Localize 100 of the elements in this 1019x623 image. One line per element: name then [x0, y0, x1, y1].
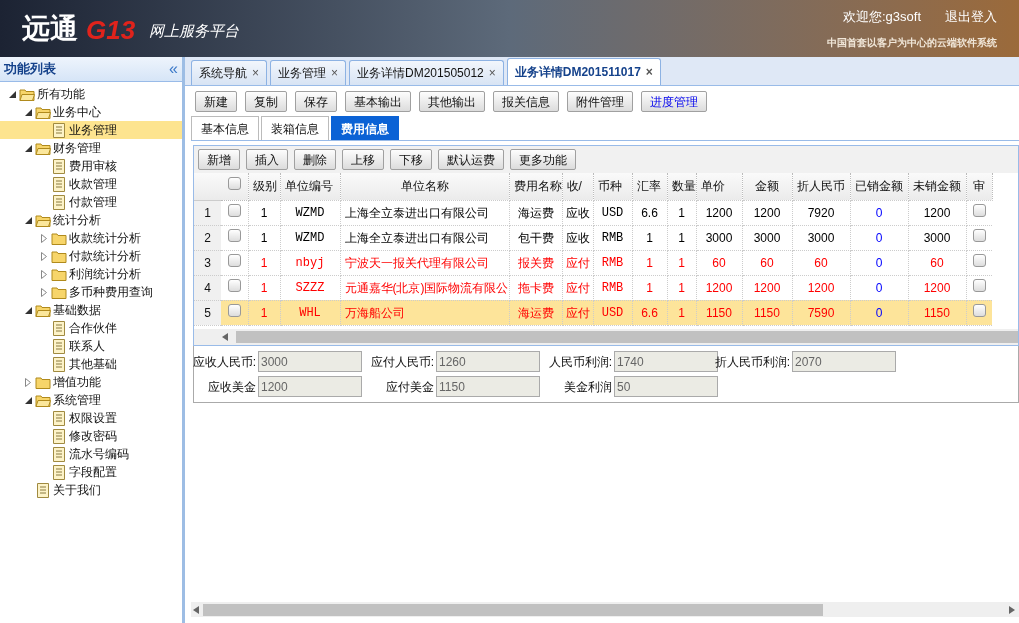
collapse-button[interactable]: «	[169, 61, 178, 77]
open-folder-icon	[35, 141, 51, 155]
tree-item[interactable]: 关于我们	[0, 481, 182, 499]
section-tab[interactable]: 基本信息	[191, 116, 259, 140]
tree-item[interactable]: 收款统计分析	[0, 229, 182, 247]
tree-item[interactable]: 多币种费用查询	[0, 283, 182, 301]
scroll-left-icon[interactable]	[222, 333, 228, 341]
close-button[interactable]: ×	[252, 64, 259, 82]
table-cell: 6.6	[632, 300, 667, 325]
select-all-checkbox[interactable]	[227, 177, 241, 191]
tree-item[interactable]: 费用审核	[0, 157, 182, 175]
field-label: 应收人民币:	[192, 353, 256, 371]
horizontal-scrollbar[interactable]	[203, 603, 823, 616]
toolbar-button[interactable]: 附件管理	[567, 91, 633, 112]
toolbar-button[interactable]: 复制	[245, 91, 287, 112]
tagline-text: 中国首套以客户为中心的云端软件系统	[827, 35, 997, 50]
readonly-field[interactable]: 3000	[258, 351, 362, 372]
row-checkbox[interactable]	[227, 228, 241, 242]
row-checkbox[interactable]	[227, 253, 241, 267]
page-tab[interactable]: 业务详情DM201505012 ×	[349, 60, 504, 85]
section-tab[interactable]: 装箱信息	[261, 116, 329, 140]
open-folder-icon	[35, 393, 51, 407]
tree-label: 收款管理	[69, 176, 117, 193]
readonly-field[interactable]: 2070	[792, 351, 896, 372]
page-tab[interactable]: 业务管理 ×	[270, 60, 347, 85]
tree-item[interactable]: 权限设置	[0, 409, 182, 427]
open-folder-icon	[19, 87, 35, 101]
tree-item[interactable]: 基础数据	[0, 301, 182, 319]
toolbar-button[interactable]: 报关信息	[493, 91, 559, 112]
audit-checkbox[interactable]	[972, 303, 986, 317]
tree-item[interactable]: 其他基础	[0, 355, 182, 373]
tree-item[interactable]: 合作伙伴	[0, 319, 182, 337]
toolbar-button[interactable]: 新建	[195, 91, 237, 112]
grid-toolbar-button[interactable]: 下移	[390, 149, 432, 170]
tree-item[interactable]: 统计分析	[0, 211, 182, 229]
close-button[interactable]: ×	[488, 64, 496, 82]
grid-toolbar-button[interactable]: 删除	[294, 149, 336, 170]
grid-toolbar-button[interactable]: 插入	[246, 149, 288, 170]
tree-item[interactable]: 修改密码	[0, 427, 182, 445]
tree-item[interactable]: 付款统计分析	[0, 247, 182, 265]
grid-toolbar-button[interactable]: 上移	[342, 149, 384, 170]
table-cell: 应付	[562, 300, 593, 325]
document-icon	[53, 338, 65, 354]
field-label: 应付人民币:	[370, 353, 434, 371]
row-number: 1	[194, 200, 221, 225]
sidebar-title: 功能列表	[4, 60, 56, 79]
toolbar-button[interactable]: 进度管理	[641, 91, 707, 112]
tree-label: 修改密码	[69, 428, 117, 445]
audit-checkbox[interactable]	[972, 278, 986, 292]
field-label: 人民币利润:	[548, 353, 612, 371]
audit-checkbox[interactable]	[972, 253, 986, 267]
toolbar-button[interactable]: 基本输出	[345, 91, 411, 112]
tree-item[interactable]: 业务管理	[0, 121, 182, 139]
tree-item[interactable]: 字段配置	[0, 463, 182, 481]
readonly-field[interactable]: 50	[614, 376, 718, 397]
open-folder-icon	[35, 105, 51, 119]
tree-label: 费用审核	[69, 158, 117, 175]
grid-toolbar-button[interactable]: 默认运费	[438, 149, 504, 170]
row-checkbox[interactable]	[227, 303, 241, 317]
tab-label: 业务详情DM201511017	[514, 64, 641, 81]
section-tab[interactable]: 费用信息	[331, 116, 399, 140]
tree-item[interactable]: 流水号编码	[0, 445, 182, 463]
readonly-field[interactable]: 1150	[436, 376, 540, 397]
scroll-right-icon[interactable]	[1009, 605, 1015, 614]
page-tab[interactable]: 业务详情DM201511017 ×	[506, 58, 661, 85]
tree-item[interactable]: 业务中心	[0, 103, 182, 121]
page-tab[interactable]: 系统导航 ×	[191, 60, 267, 85]
tree-item[interactable]: 增值功能	[0, 373, 182, 391]
close-button[interactable]: ×	[331, 64, 339, 82]
logout-link[interactable]: 退出登入	[945, 7, 997, 27]
audit-checkbox[interactable]	[972, 228, 986, 242]
tree-item[interactable]: 所有功能	[0, 85, 182, 103]
readonly-field[interactable]: 1200	[258, 376, 362, 397]
close-button[interactable]: ×	[645, 63, 653, 81]
document-icon	[53, 410, 65, 426]
row-number: 5	[194, 300, 221, 325]
toolbar-button[interactable]: 保存	[295, 91, 337, 112]
table-cell: 海运费	[509, 300, 562, 325]
scroll-left-icon[interactable]	[193, 605, 199, 614]
audit-checkbox[interactable]	[972, 203, 986, 217]
row-checkbox[interactable]	[227, 278, 241, 292]
grid-toolbar-button[interactable]: 更多功能	[510, 149, 576, 170]
toolbar-button[interactable]: 其他输出	[419, 91, 485, 112]
tree-item[interactable]: 联系人	[0, 337, 182, 355]
tree-item[interactable]: 财务管理	[0, 139, 182, 157]
grid-toolbar-button[interactable]: 新增	[198, 149, 240, 170]
tree-item[interactable]: 系统管理	[0, 391, 182, 409]
tree-item[interactable]: 收款管理	[0, 175, 182, 193]
tree-item[interactable]: 利润统计分析	[0, 265, 182, 283]
tree-label: 利润统计分析	[69, 266, 141, 283]
table-cell: 0	[850, 300, 908, 325]
tree-label: 权限设置	[69, 410, 117, 427]
row-checkbox[interactable]	[227, 203, 241, 217]
horizontal-scrollbar[interactable]	[236, 331, 1018, 343]
open-folder-icon	[35, 303, 51, 317]
tree-item[interactable]: 付款管理	[0, 193, 182, 211]
tree-label: 联系人	[69, 338, 105, 355]
readonly-field[interactable]: 1260	[436, 351, 540, 372]
tree-label: 字段配置	[69, 464, 117, 481]
document-icon	[53, 194, 65, 210]
